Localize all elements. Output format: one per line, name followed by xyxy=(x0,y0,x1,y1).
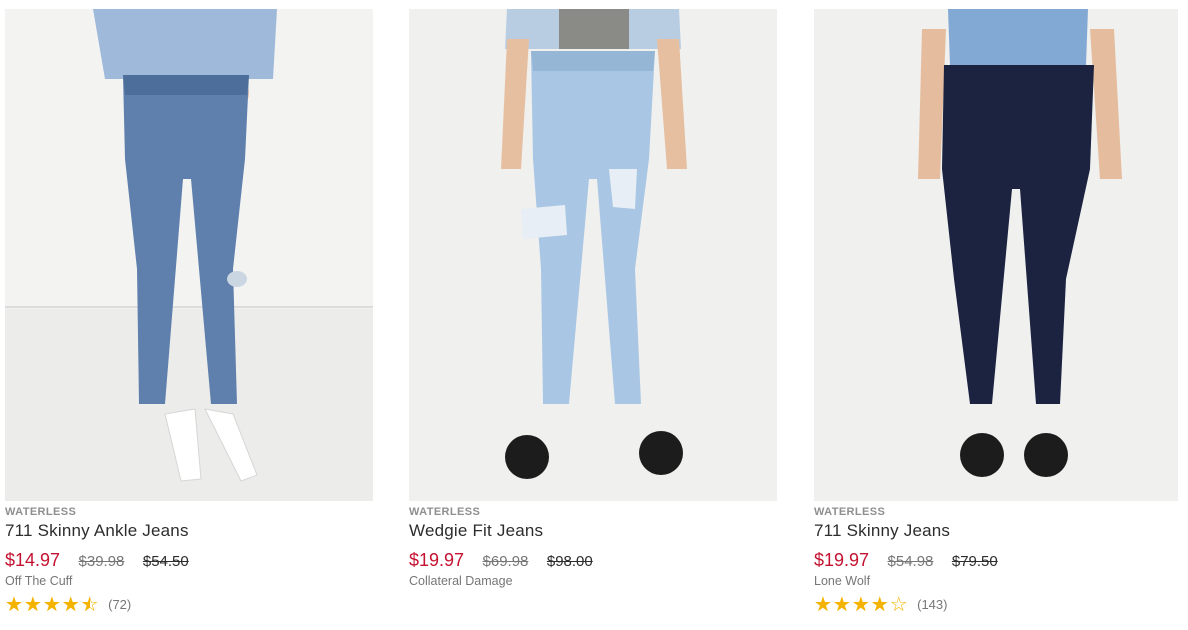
original-price: $54.50 xyxy=(142,553,189,570)
rating-row[interactable]: ☆☆☆☆☆ ★★★★★ (72) xyxy=(5,594,373,616)
review-count[interactable]: (143) xyxy=(917,597,947,612)
was-price: $39.98 xyxy=(78,553,125,570)
product-tag: WATERLESS xyxy=(409,506,481,518)
product-name[interactable]: 711 Skinny Jeans xyxy=(814,519,1178,543)
color-name: Lone Wolf xyxy=(814,574,871,588)
product-photo-skinny-ankle-jeans xyxy=(5,9,373,501)
price-row: $14.97 $39.98 $54.50 xyxy=(5,548,373,572)
product-image[interactable] xyxy=(409,9,777,501)
was-price: $69.98 xyxy=(482,553,529,570)
stars-filled: ★★★★★ xyxy=(5,595,90,615)
product-name[interactable]: Wedgie Fit Jeans xyxy=(409,519,777,543)
product-photo-wedgie-fit-jeans xyxy=(409,9,777,501)
original-price: $98.00 xyxy=(546,553,593,570)
rating-row[interactable]: ☆☆☆☆☆ ★★★★★ (143) xyxy=(814,594,1178,616)
product-image[interactable] xyxy=(5,9,373,501)
product-grid: WATERLESS 711 Skinny Ankle Jeans $14.97 … xyxy=(0,0,1188,630)
star-rating-icon: ☆☆☆☆☆ ★★★★★ xyxy=(814,595,909,615)
product-photo-skinny-jeans xyxy=(814,9,1178,501)
sale-price: $14.97 xyxy=(5,550,61,570)
product-card[interactable]: WATERLESS Wedgie Fit Jeans $19.97 $69.98… xyxy=(409,9,777,590)
product-tag: WATERLESS xyxy=(814,506,886,518)
stars-filled: ★★★★★ xyxy=(814,595,890,615)
sale-price: $19.97 xyxy=(409,550,465,570)
product-image[interactable] xyxy=(814,9,1178,501)
was-price: $54.98 xyxy=(887,553,934,570)
product-tag: WATERLESS xyxy=(5,506,77,518)
original-price: $79.50 xyxy=(951,553,998,570)
star-rating-icon: ☆☆☆☆☆ ★★★★★ xyxy=(5,595,100,615)
review-count[interactable]: (72) xyxy=(108,597,131,612)
product-card[interactable]: WATERLESS 711 Skinny Jeans $19.97 $54.98… xyxy=(814,9,1178,616)
product-name[interactable]: 711 Skinny Ankle Jeans xyxy=(5,519,373,543)
price-row: $19.97 $69.98 $98.00 xyxy=(409,548,777,572)
color-name: Off The Cuff xyxy=(5,574,73,588)
color-name: Collateral Damage xyxy=(409,574,513,588)
sale-price: $19.97 xyxy=(814,550,870,570)
product-card[interactable]: WATERLESS 711 Skinny Ankle Jeans $14.97 … xyxy=(5,9,373,616)
price-row: $19.97 $54.98 $79.50 xyxy=(814,548,1178,572)
